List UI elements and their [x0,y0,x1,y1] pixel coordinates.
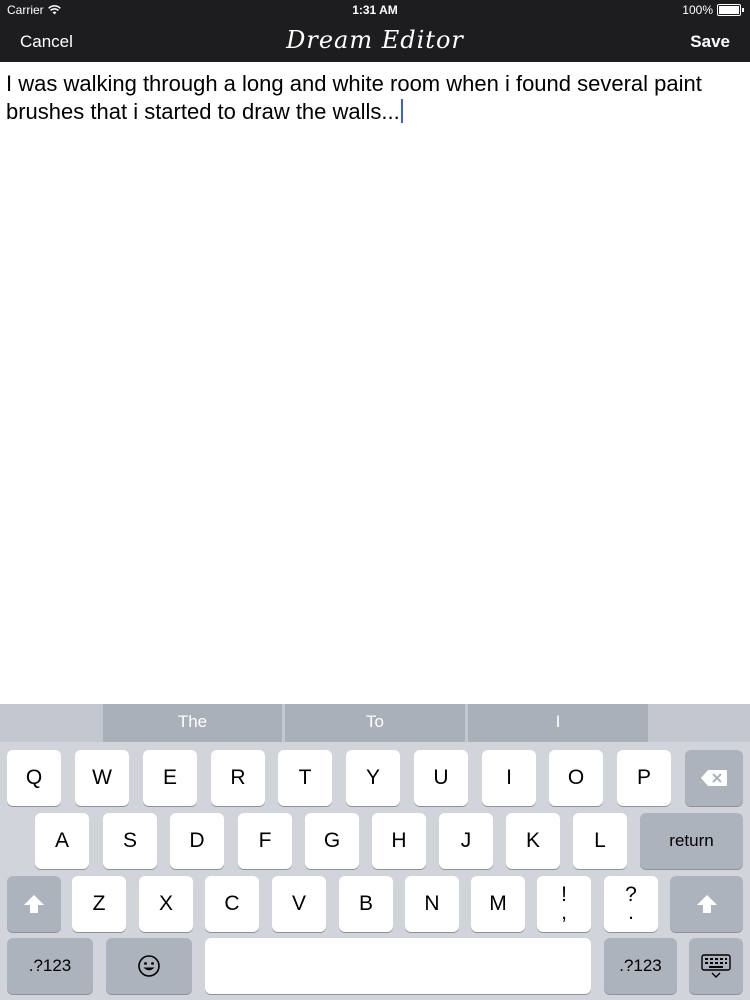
key-g[interactable]: G [305,813,359,869]
key-q[interactable]: Q [7,750,61,806]
key-question-period[interactable]: ?. [604,876,658,932]
key-comma-label: , [561,901,567,924]
keyboard: The To I Q W E R T Y U I O P A S D F G H… [0,704,750,1000]
key-h[interactable]: H [372,813,426,869]
save-button[interactable]: Save [690,32,730,52]
battery-icon [717,4,741,16]
dream-text: I was walking through a long and white r… [6,71,702,124]
key-l[interactable]: L [573,813,627,869]
suggestion-bar: The To I [0,704,750,742]
text-cursor [400,99,403,123]
battery-tip [742,8,744,12]
return-key[interactable]: return [640,813,743,869]
emoji-key[interactable] [106,938,192,994]
key-s[interactable]: S [103,813,157,869]
key-r[interactable]: R [211,750,265,806]
key-f[interactable]: F [238,813,292,869]
navigation-bar: Cancel Dream Editor Save [0,20,750,62]
numbers-key-left[interactable]: .?123 [7,938,93,994]
key-x[interactable]: X [139,876,193,932]
key-exclaim-comma[interactable]: !, [537,876,591,932]
key-m[interactable]: M [471,876,525,932]
suggestion-2[interactable]: To [285,704,465,742]
battery-indicator: 100% [682,3,744,17]
key-c[interactable]: C [205,876,259,932]
key-i[interactable]: I [482,750,536,806]
key-a[interactable]: A [35,813,89,869]
space-bar[interactable] [205,938,591,994]
shift-key-right[interactable] [670,876,743,932]
key-b[interactable]: B [339,876,393,932]
shift-icon [696,895,717,913]
suggestion-1[interactable]: The [103,704,282,742]
key-p[interactable]: P [617,750,671,806]
key-d[interactable]: D [170,813,224,869]
dismiss-keyboard-key[interactable] [689,938,743,994]
key-y[interactable]: Y [346,750,400,806]
status-time: 1:31 AM [352,3,398,17]
key-n[interactable]: N [405,876,459,932]
numbers-key-right[interactable]: .?123 [604,938,677,994]
key-z[interactable]: Z [72,876,126,932]
dream-text-editor[interactable]: I was walking through a long and white r… [6,70,741,126]
key-u[interactable]: U [414,750,468,806]
shift-key-left[interactable] [7,876,61,932]
keyboard-dismiss-icon [701,954,731,978]
key-t[interactable]: T [278,750,332,806]
status-bar: Carrier 1:31 AM 100% [0,0,750,20]
page-title: Dream Editor [286,26,464,54]
suggestion-3[interactable]: I [468,704,648,742]
key-k[interactable]: K [506,813,560,869]
emoji-icon [138,955,160,977]
key-e[interactable]: E [143,750,197,806]
key-o[interactable]: O [549,750,603,806]
key-j[interactable]: J [439,813,493,869]
key-w[interactable]: W [75,750,129,806]
delete-key[interactable] [685,750,743,806]
top-bar: Carrier 1:31 AM 100% Cancel Dream Editor… [0,0,750,62]
key-period-label: . [628,901,634,924]
key-v[interactable]: V [272,876,326,932]
shift-icon [24,895,44,913]
delete-icon [701,770,727,786]
battery-percent: 100% [682,3,713,17]
